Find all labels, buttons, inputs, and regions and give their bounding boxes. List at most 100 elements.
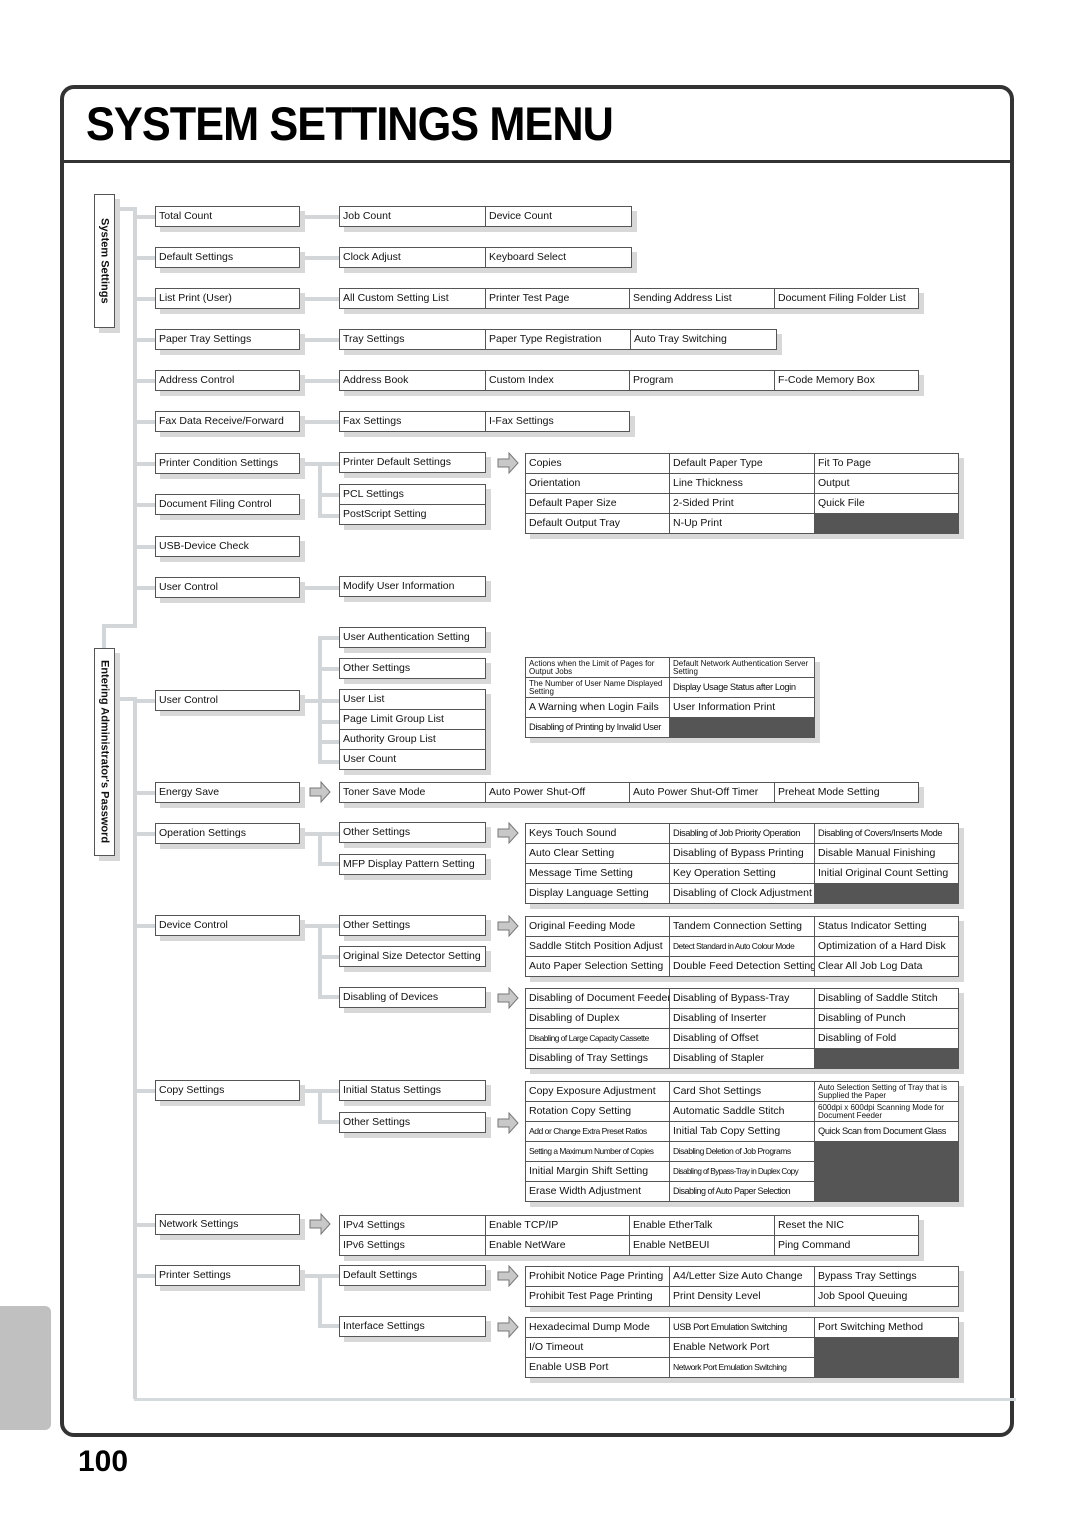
option-600dpi-scanning-mode[interactable]: 600dpi x 600dpi Scanning Mode for Docume… xyxy=(815,1102,958,1121)
sub-modify-user-information[interactable]: Modify User Information xyxy=(339,576,486,597)
option-ping-command[interactable]: Ping Command xyxy=(775,1236,918,1255)
option-enable-netware[interactable]: Enable NetWare xyxy=(486,1236,629,1255)
option-prohibit-test-page[interactable]: Prohibit Test Page Printing xyxy=(526,1287,669,1306)
menu-list-print-user[interactable]: List Print (User) xyxy=(155,288,300,309)
option-ipv6-settings[interactable]: IPv6 Settings xyxy=(340,1236,485,1255)
option-job-spool-queuing[interactable]: Job Spool Queuing xyxy=(815,1287,958,1306)
option-network-port-emulation[interactable]: Network Port Emulation Switching xyxy=(670,1358,814,1377)
sub-device-other-settings[interactable]: Other Settings xyxy=(339,915,486,936)
option-device-count[interactable]: Device Count xyxy=(486,207,631,226)
option-f-code-memory-box[interactable]: F-Code Memory Box xyxy=(775,371,918,390)
sub-interface-settings[interactable]: Interface Settings xyxy=(339,1316,486,1337)
option-tandem-connection[interactable]: Tandem Connection Setting xyxy=(670,917,814,936)
menu-document-filing-control[interactable]: Document Filing Control xyxy=(155,494,300,515)
option-quick-scan-document-glass[interactable]: Quick Scan from Document Glass xyxy=(815,1122,958,1141)
option-default-network-auth-server[interactable]: Default Network Authentication Server Se… xyxy=(670,658,814,677)
option-preheat-mode-setting[interactable]: Preheat Mode Setting xyxy=(775,783,918,802)
option-io-timeout[interactable]: I/O Timeout xyxy=(526,1338,669,1357)
option-disabling-duplex[interactable]: Disabling of Duplex xyxy=(526,1009,669,1028)
option-copy-exposure-adjustment[interactable]: Copy Exposure Adjustment xyxy=(526,1082,669,1101)
option-disabling-punch[interactable]: Disabling of Punch xyxy=(815,1009,958,1028)
option-initial-original-count[interactable]: Initial Original Count Setting xyxy=(815,864,958,883)
sub-initial-status-settings[interactable]: Initial Status Settings xyxy=(339,1080,486,1101)
option-saddle-stitch-position[interactable]: Saddle Stitch Position Adjust xyxy=(526,937,669,956)
option-disabling-saddle-stitch[interactable]: Disabling of Saddle Stitch xyxy=(815,989,958,1008)
menu-default-settings[interactable]: Default Settings xyxy=(155,247,300,268)
option-a4-letter-auto-change[interactable]: A4/Letter Size Auto Change xyxy=(670,1267,814,1286)
option-warning-when-login-fails[interactable]: A Warning when Login Fails xyxy=(526,698,669,717)
option-copies[interactable]: Copies xyxy=(526,454,669,473)
option-default-paper-type[interactable]: Default Paper Type xyxy=(670,454,814,473)
option-disabling-auto-paper-selection[interactable]: Disabling of Auto Paper Selection xyxy=(670,1182,814,1201)
sub-printer-default-settings-2[interactable]: Default Settings xyxy=(339,1265,486,1286)
option-quick-file[interactable]: Quick File xyxy=(815,494,958,513)
option-disabling-bypass-tray[interactable]: Disabling of Bypass-Tray xyxy=(670,989,814,1008)
option-disabling-bypass-printing[interactable]: Disabling of Bypass Printing xyxy=(670,844,814,863)
option-optimization-hard-disk[interactable]: Optimization of a Hard Disk xyxy=(815,937,958,956)
option-toner-save-mode[interactable]: Toner Save Mode xyxy=(340,783,485,802)
option-erase-width-adjustment[interactable]: Erase Width Adjustment xyxy=(526,1182,669,1201)
sub-pcl-settings[interactable]: PCL Settings xyxy=(340,485,485,504)
sub-disabling-of-devices[interactable]: Disabling of Devices xyxy=(339,987,486,1008)
menu-fax-data-receive-forward[interactable]: Fax Data Receive/Forward xyxy=(155,411,300,432)
menu-paper-tray-settings[interactable]: Paper Tray Settings xyxy=(155,329,300,350)
option-output[interactable]: Output xyxy=(815,474,958,493)
option-printer-test-page[interactable]: Printer Test Page xyxy=(486,289,629,308)
menu-network-settings[interactable]: Network Settings xyxy=(155,1214,300,1235)
option-actions-limit-pages[interactable]: Actions when the Limit of Pages for Outp… xyxy=(526,658,669,677)
sub-postscript-setting[interactable]: PostScript Setting xyxy=(340,505,485,524)
option-address-book[interactable]: Address Book xyxy=(340,371,485,390)
option-n-up-print[interactable]: N-Up Print xyxy=(670,514,814,533)
option-disabling-offset[interactable]: Disabling of Offset xyxy=(670,1029,814,1048)
option-disabling-clock-adjustment[interactable]: Disabling of Clock Adjustment xyxy=(670,884,814,903)
menu-total-count[interactable]: Total Count xyxy=(155,206,300,227)
option-default-output-tray[interactable]: Default Output Tray xyxy=(526,514,669,533)
option-2-sided-print[interactable]: 2-Sided Print xyxy=(670,494,814,513)
menu-admin-user-control[interactable]: User Control xyxy=(155,690,300,711)
option-double-feed-detection[interactable]: Double Feed Detection Setting xyxy=(670,957,814,976)
menu-operation-settings[interactable]: Operation Settings xyxy=(155,823,300,844)
option-enable-network-port[interactable]: Enable Network Port xyxy=(670,1338,814,1357)
option-tray-settings[interactable]: Tray Settings xyxy=(340,330,485,349)
sub-user-authentication-setting[interactable]: User Authentication Setting xyxy=(339,627,486,648)
sub-user-list[interactable]: User List xyxy=(340,690,485,709)
sub-operation-other-settings[interactable]: Other Settings xyxy=(339,822,486,843)
option-program[interactable]: Program xyxy=(630,371,774,390)
option-disabling-printing-invalid-user[interactable]: Disabling of Printing by Invalid User xyxy=(526,718,669,737)
option-port-switching-method[interactable]: Port Switching Method xyxy=(815,1318,958,1337)
sub-printer-default-settings[interactable]: Printer Default Settings xyxy=(339,452,486,473)
option-paper-type-registration[interactable]: Paper Type Registration xyxy=(486,330,630,349)
sub-page-limit-group-list[interactable]: Page Limit Group List xyxy=(340,710,485,729)
sub-user-count[interactable]: User Count xyxy=(340,750,485,769)
option-detect-standard-auto-colour[interactable]: Detect Standard in Auto Colour Mode xyxy=(670,937,814,956)
option-automatic-saddle-stitch[interactable]: Automatic Saddle Stitch xyxy=(670,1102,814,1121)
option-hexadecimal-dump-mode[interactable]: Hexadecimal Dump Mode xyxy=(526,1318,669,1337)
option-all-custom-setting-list[interactable]: All Custom Setting List xyxy=(340,289,485,308)
sub-original-size-detector[interactable]: Original Size Detector Setting xyxy=(339,946,486,967)
option-job-count[interactable]: Job Count xyxy=(340,207,485,226)
option-key-operation-setting[interactable]: Key Operation Setting xyxy=(670,864,814,883)
menu-printer-settings[interactable]: Printer Settings xyxy=(155,1265,300,1286)
option-disabling-tray-settings[interactable]: Disabling of Tray Settings xyxy=(526,1049,669,1068)
option-fax-settings[interactable]: Fax Settings xyxy=(340,412,485,431)
option-keyboard-select[interactable]: Keyboard Select xyxy=(486,248,631,267)
option-original-feeding-mode[interactable]: Original Feeding Mode xyxy=(526,917,669,936)
menu-device-control[interactable]: Device Control xyxy=(155,915,300,936)
option-clear-all-job-log[interactable]: Clear All Job Log Data xyxy=(815,957,958,976)
option-extra-preset-ratios[interactable]: Add or Change Extra Preset Ratios xyxy=(526,1122,669,1141)
option-maximum-number-of-copies[interactable]: Setting a Maximum Number of Copies xyxy=(526,1142,669,1161)
menu-usb-device-check[interactable]: USB-Device Check xyxy=(155,536,300,557)
option-initial-tab-copy[interactable]: Initial Tab Copy Setting xyxy=(670,1122,814,1141)
option-auto-clear-setting[interactable]: Auto Clear Setting xyxy=(526,844,669,863)
option-initial-margin-shift[interactable]: Initial Margin Shift Setting xyxy=(526,1162,669,1181)
option-status-indicator[interactable]: Status Indicator Setting xyxy=(815,917,958,936)
option-auto-tray-switching[interactable]: Auto Tray Switching xyxy=(631,330,776,349)
option-user-information-print[interactable]: User Information Print xyxy=(670,698,814,717)
option-disabling-bypass-duplex-copy[interactable]: Disabling of Bypass-Tray in Duplex Copy xyxy=(670,1162,814,1181)
option-disabling-inserter[interactable]: Disabling of Inserter xyxy=(670,1009,814,1028)
option-document-filing-folder-list[interactable]: Document Filing Folder List xyxy=(775,289,918,308)
option-prohibit-notice-page[interactable]: Prohibit Notice Page Printing xyxy=(526,1267,669,1286)
option-fit-to-page[interactable]: Fit To Page xyxy=(815,454,958,473)
option-disabling-covers-inserts[interactable]: Disabling of Covers/Inserts Mode xyxy=(815,824,958,843)
option-card-shot-settings[interactable]: Card Shot Settings xyxy=(670,1082,814,1101)
